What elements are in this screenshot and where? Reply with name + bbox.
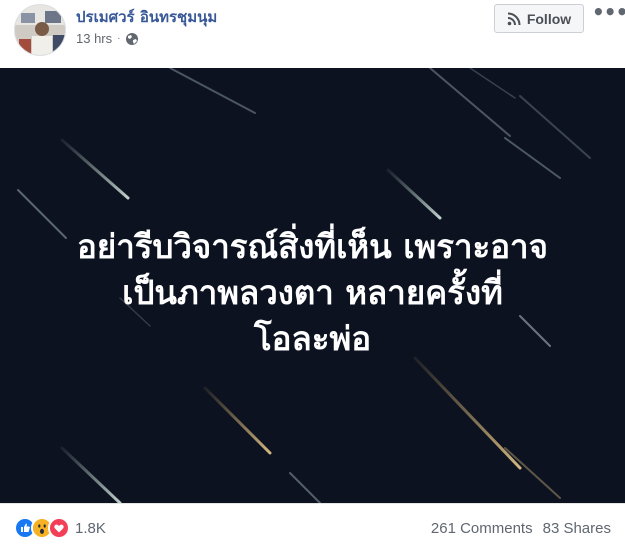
reactions-summary[interactable]: 1.8K (14, 517, 106, 539)
caption-line-2: เป็นภาพลวงตา หลายครั้งที่ (122, 273, 503, 312)
follow-button[interactable]: Follow (494, 4, 584, 33)
photo-caption-text: อย่ารีบวิจารณ์สิ่งที่เห็น เพราะอาจ เป็นภ… (0, 224, 625, 362)
more-options-icon[interactable]: ••• (592, 2, 625, 26)
post-header: ปรเมศวร์ อินทรชุมนุม 13 hrs · Follow ••• (0, 0, 625, 68)
reaction-count: 1.8K (75, 519, 106, 537)
author-name[interactable]: ปรเมศวร์ อินทรชุมนุม (76, 5, 217, 29)
avatar-photo (15, 5, 65, 55)
facebook-post: ปรเมศวร์ อินทรชุมนุม 13 hrs · Follow •••… (0, 0, 625, 548)
love-icon (48, 517, 70, 539)
engagement-stats: 261 Comments 83 Shares (431, 520, 611, 537)
follow-label: Follow (526, 10, 572, 27)
post-footer: 1.8K 261 Comments 83 Shares (0, 503, 625, 548)
post-meta: 13 hrs · (76, 31, 139, 46)
meta-separator: · (117, 33, 121, 44)
comments-link[interactable]: 261 Comments (431, 520, 533, 537)
globe-icon[interactable] (125, 32, 139, 46)
post-photo[interactable]: อย่ารีบวิจารณ์สิ่งที่เห็น เพราะอาจ เป็นภ… (0, 68, 625, 503)
shares-link[interactable]: 83 Shares (543, 520, 611, 537)
author-avatar[interactable] (14, 4, 66, 56)
rss-icon (507, 12, 521, 26)
caption-line-3: โอละพ่อ (253, 319, 372, 358)
post-timestamp[interactable]: 13 hrs (76, 31, 112, 46)
caption-line-1: อย่ารีบวิจารณ์สิ่งที่เห็น เพราะอาจ (77, 227, 548, 266)
